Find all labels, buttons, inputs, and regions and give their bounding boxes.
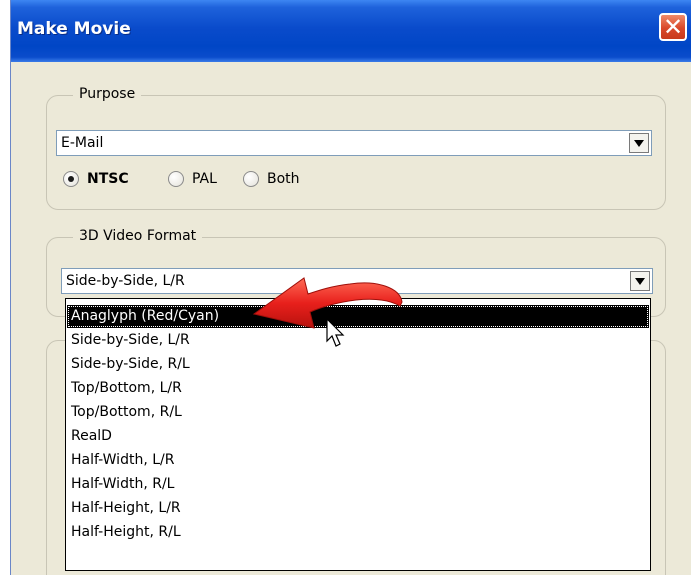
video-format-options-list[interactable]: Anaglyph (Red/Cyan) Side-by-Side, L/R Si… xyxy=(65,298,651,571)
option-side-by-side-rl[interactable]: Side-by-Side, R/L xyxy=(67,353,649,376)
radio-both-indicator[interactable] xyxy=(243,171,259,187)
purpose-dropdown-button[interactable] xyxy=(629,133,649,153)
option-top-bottom-rl[interactable]: Top/Bottom, R/L xyxy=(67,401,649,424)
radio-pal-indicator[interactable] xyxy=(168,171,184,187)
chevron-down-icon xyxy=(634,139,644,147)
video-format-dropdown-button[interactable] xyxy=(630,271,650,291)
close-button[interactable]: ✕ xyxy=(659,13,687,41)
video-format-selected-value: Side-by-Side, L/R xyxy=(66,273,185,289)
radio-ntsc-label: NTSC xyxy=(87,171,129,187)
option-half-width-lr[interactable]: Half-Width, L/R xyxy=(67,449,649,472)
radio-ntsc-indicator[interactable] xyxy=(63,171,79,187)
chevron-down-icon xyxy=(635,277,645,285)
option-reald[interactable]: RealD xyxy=(67,425,649,448)
window-title: Make Movie xyxy=(17,19,131,39)
option-half-height-rl[interactable]: Half-Height, R/L xyxy=(67,521,649,544)
close-icon: ✕ xyxy=(662,13,684,41)
option-top-bottom-lr[interactable]: Top/Bottom, L/R xyxy=(67,377,649,400)
radio-ntsc[interactable]: NTSC xyxy=(63,171,129,187)
radio-both[interactable]: Both xyxy=(243,171,300,187)
video-format-legend: 3D Video Format xyxy=(73,228,203,244)
purpose-dropdown[interactable]: E-Mail xyxy=(56,130,652,156)
mouse-pointer-icon xyxy=(326,318,345,347)
option-half-height-lr[interactable]: Half-Height, L/R xyxy=(67,497,649,520)
radio-both-label: Both xyxy=(267,171,300,187)
purpose-legend: Purpose xyxy=(73,86,142,102)
radio-pal[interactable]: PAL xyxy=(168,171,217,187)
title-bar[interactable]: Make Movie ✕ xyxy=(11,0,691,62)
radio-pal-label: PAL xyxy=(192,171,217,187)
purpose-selected-value: E-Mail xyxy=(61,135,104,151)
option-half-width-rl[interactable]: Half-Width, R/L xyxy=(67,473,649,496)
